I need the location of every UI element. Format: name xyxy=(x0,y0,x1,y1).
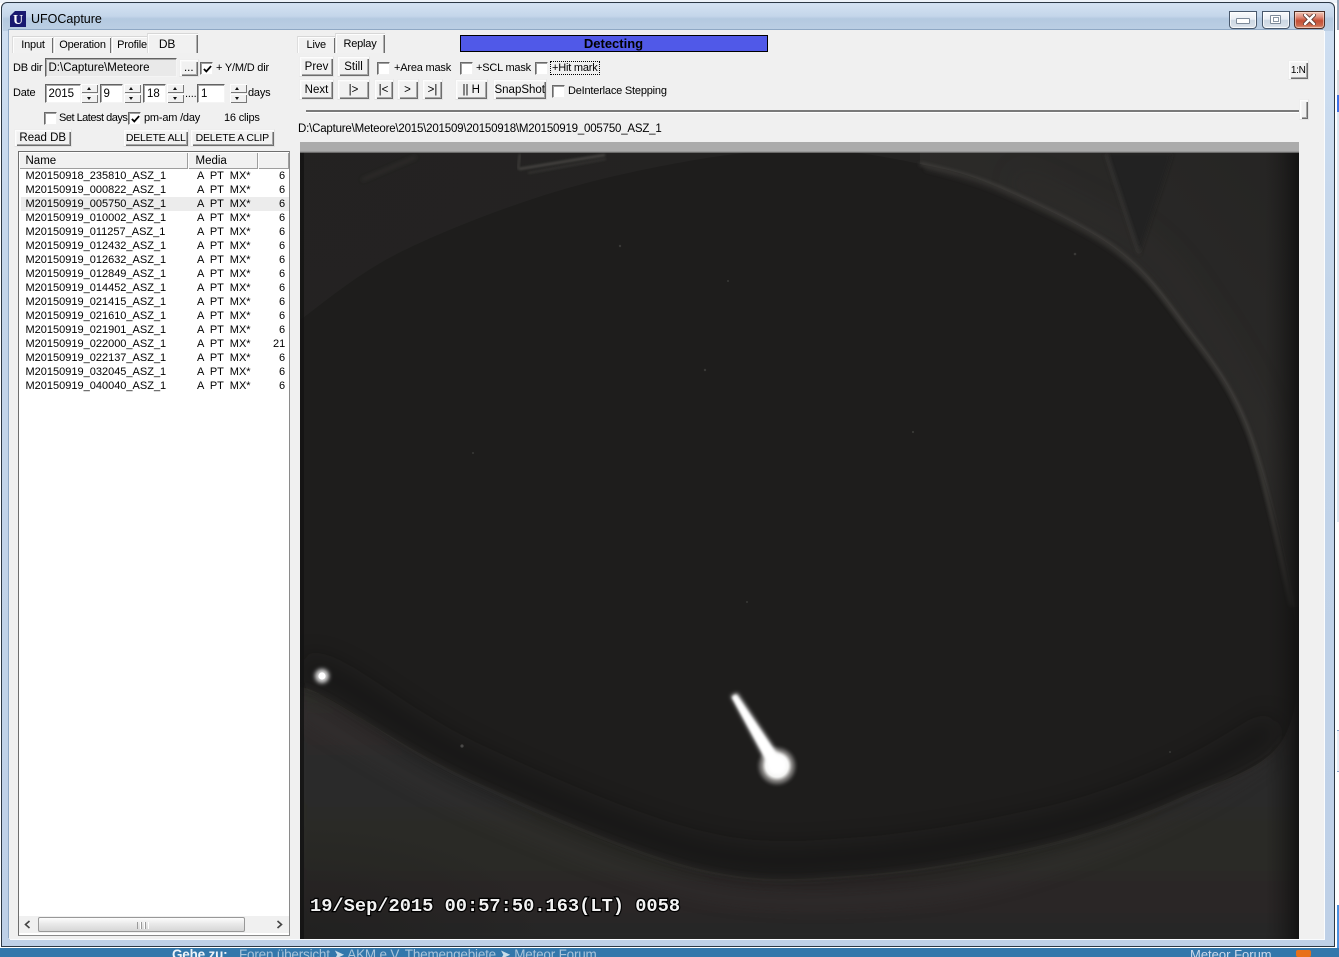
svg-text:19/Sep/2015 00:57:50.163(LT) 0: 19/Sep/2015 00:57:50.163(LT) 0058 xyxy=(310,895,680,917)
